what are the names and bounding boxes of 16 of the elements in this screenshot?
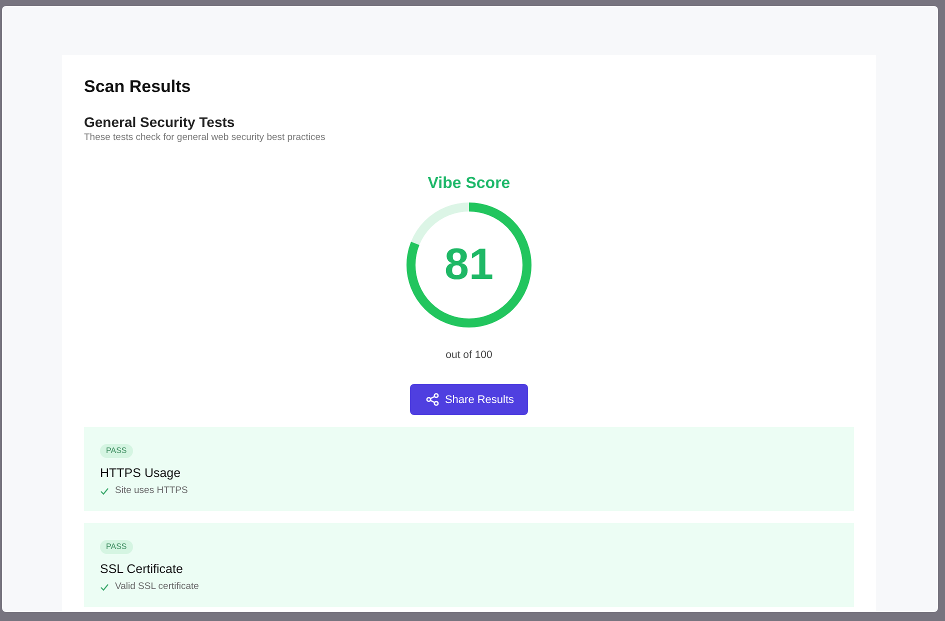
share-button[interactable]: Share Results — [410, 384, 528, 415]
status-badge: PASS — [100, 444, 133, 458]
score-value: 81 — [444, 241, 494, 289]
check-icon — [100, 583, 109, 591]
status-badge: PASS — [100, 540, 133, 554]
score-label: Vibe Score — [428, 174, 510, 194]
section-title: General Security Tests — [84, 114, 236, 131]
test-title: HTTPS Usage — [100, 466, 182, 481]
test-title: SSL Certificate — [100, 562, 184, 577]
section-description: These tests check for general web security best practices — [84, 132, 326, 144]
score-caption: out of 100 — [446, 348, 492, 362]
test-detail: Valid SSL certificate — [115, 581, 199, 593]
check-icon — [100, 487, 109, 495]
share-icon — [426, 393, 439, 406]
test-detail: Site uses HTTPS — [115, 485, 188, 497]
page-title: Scan Results — [84, 77, 192, 97]
